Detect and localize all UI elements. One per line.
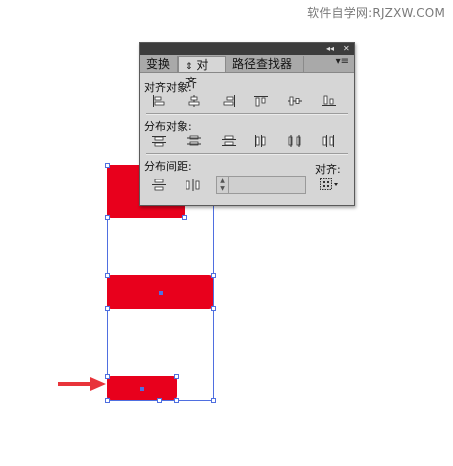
vertical-distribute-top-icon[interactable]	[152, 135, 166, 147]
close-icon[interactable]: ✕	[343, 43, 350, 55]
spacing-value[interactable]	[229, 177, 305, 193]
tab-pathfinder[interactable]: 路径查找器	[226, 56, 304, 72]
tab-options-icon: ⇕	[185, 62, 193, 72]
watermark-text: 软件自学网:RJZXW.COM	[307, 6, 445, 20]
section-divider	[146, 153, 348, 155]
shape-handle[interactable]	[105, 163, 110, 168]
selection-handle[interactable]	[211, 398, 216, 403]
align-objects-label: 对齐对象:	[144, 81, 192, 94]
horizontal-distribute-left-icon[interactable]	[254, 135, 268, 147]
align-to-label: 对齐:	[315, 163, 341, 176]
vertical-align-center-icon[interactable]	[288, 95, 302, 107]
selection-bounds-right	[213, 205, 214, 401]
panel-titlebar[interactable]: ◂◂ ✕	[140, 43, 354, 55]
red-arrow-icon	[58, 377, 106, 391]
vertical-distribute-center-icon[interactable]	[187, 135, 201, 147]
shape-handle[interactable]	[105, 273, 110, 278]
horizontal-distribute-center-icon[interactable]	[288, 135, 302, 147]
shape-center-point	[159, 291, 163, 295]
distribute-objects-label: 分布对象:	[144, 120, 192, 133]
vertical-distribute-bottom-icon[interactable]	[222, 135, 236, 147]
panel-tabs: 变换 ⇕ 对齐 路径查找器 ▾≡	[140, 55, 354, 90]
horizontal-distribute-space-icon[interactable]	[186, 179, 200, 191]
spinner-arrows-icon[interactable]: ▲ ▼	[217, 177, 229, 193]
selection-handle[interactable]	[174, 398, 179, 403]
spacing-input[interactable]: ▲ ▼	[216, 176, 306, 194]
horizontal-align-center-icon[interactable]	[187, 95, 201, 107]
selection-handle[interactable]	[157, 398, 162, 403]
vertical-align-top-icon[interactable]	[254, 95, 268, 107]
vertical-align-bottom-icon[interactable]	[322, 95, 336, 107]
align-panel: ◂◂ ✕ 变换 ⇕ 对齐 路径查找器 ▾≡ 对齐对象: 分布对象: 分布间距: …	[139, 42, 355, 206]
horizontal-distribute-right-icon[interactable]	[322, 135, 336, 147]
distribute-spacing-label: 分布间距:	[144, 160, 192, 173]
align-to-selection-icon	[320, 178, 338, 190]
shape-handle[interactable]	[105, 306, 110, 311]
vertical-distribute-space-icon[interactable]	[152, 179, 166, 191]
shape-handle[interactable]	[174, 374, 179, 379]
section-divider	[146, 113, 348, 115]
horizontal-align-right-icon[interactable]	[222, 95, 236, 107]
shape-center-point	[140, 387, 144, 391]
align-to-dropdown[interactable]	[320, 177, 340, 191]
collapse-icon[interactable]: ◂◂	[326, 43, 334, 55]
selection-handle[interactable]	[105, 398, 110, 403]
shape-handle[interactable]	[105, 215, 110, 220]
shape-handle[interactable]	[211, 306, 216, 311]
tab-transform[interactable]: 变换	[140, 56, 178, 72]
shape-handle[interactable]	[182, 215, 187, 220]
shape-handle[interactable]	[211, 273, 216, 278]
horizontal-align-left-icon[interactable]	[152, 95, 166, 107]
tab-align[interactable]: ⇕ 对齐	[178, 56, 226, 90]
panel-menu-icon[interactable]: ▾≡	[336, 56, 349, 67]
